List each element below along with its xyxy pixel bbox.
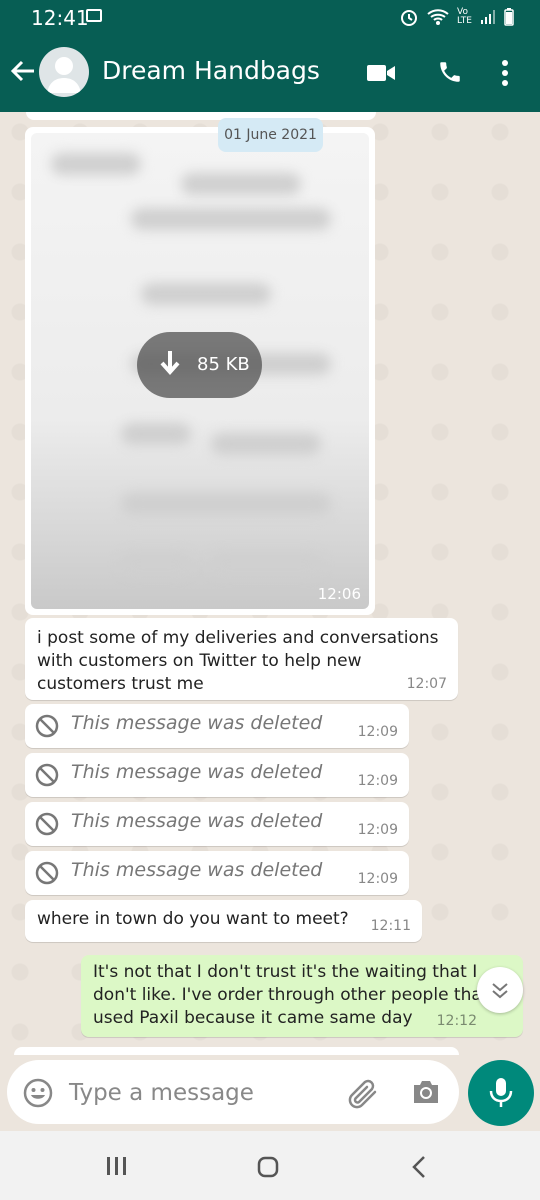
message-time: 12:11	[370, 918, 411, 934]
message-time: 12:09	[357, 871, 398, 887]
recent-apps-icon[interactable]	[106, 1156, 128, 1176]
message-input-container[interactable]: Type a message	[7, 1060, 459, 1124]
message-time: 12:09	[357, 822, 398, 838]
next-message-bubble	[14, 1047, 459, 1055]
message-text: This message was deleted	[71, 712, 323, 734]
image-message[interactable]: 85 KB 12:06	[25, 127, 375, 615]
deleted-message[interactable]: This message was deleted 12:09	[25, 851, 409, 895]
avatar[interactable]	[39, 47, 89, 97]
contact-name[interactable]: Dream Handbags	[102, 56, 320, 85]
outgoing-message[interactable]: It's not that I don't trust it's the wai…	[81, 955, 523, 1037]
mic-icon	[489, 1078, 513, 1107]
deleted-message[interactable]: This message was deleted 12:09	[25, 753, 409, 797]
message-text: This message was deleted	[71, 761, 323, 783]
chat-header: Dream Handbags	[0, 34, 540, 112]
more-options-icon[interactable]	[500, 59, 510, 87]
message-time: 12:07	[406, 676, 447, 692]
message-text: i post some of my deliveries and convers…	[37, 628, 439, 694]
phone-icon[interactable]	[437, 59, 463, 85]
deleted-icon	[35, 812, 59, 836]
image-icon	[86, 9, 102, 22]
scroll-to-bottom-button[interactable]	[477, 967, 523, 1013]
double-chevron-down-icon	[492, 983, 508, 999]
message-text: This message was deleted	[71, 810, 323, 832]
status-bar: 12:41 Vo LTE	[0, 0, 540, 34]
home-icon[interactable]	[257, 1156, 279, 1178]
date-chip: 01 June 2021	[218, 118, 323, 152]
download-button[interactable]: 85 KB	[137, 332, 262, 398]
nav-back-icon[interactable]	[411, 1155, 427, 1179]
incoming-message[interactable]: where in town do you want to meet? 12:11	[25, 900, 422, 942]
wifi-icon	[427, 9, 449, 25]
message-text: This message was deleted	[71, 859, 323, 881]
incoming-message[interactable]: i post some of my deliveries and convers…	[25, 618, 458, 700]
deleted-icon	[35, 861, 59, 885]
deleted-icon	[35, 714, 59, 738]
signal-icon	[481, 10, 495, 24]
deleted-icon	[35, 763, 59, 787]
message-input[interactable]: Type a message	[69, 1080, 254, 1106]
attach-icon[interactable]	[347, 1078, 381, 1110]
download-size: 85 KB	[197, 354, 250, 375]
message-list[interactable]: 85 KB 12:06 01 June 2021 i post some of …	[0, 112, 540, 1055]
emoji-icon[interactable]	[23, 1078, 53, 1108]
deleted-message[interactable]: This message was deleted 12:09	[25, 802, 409, 846]
download-icon	[160, 351, 180, 376]
alarm-icon	[401, 10, 418, 26]
previous-message-bubble	[26, 112, 376, 120]
message-time: 12:09	[357, 773, 398, 789]
message-time: 12:09	[357, 724, 398, 740]
deleted-message[interactable]: This message was deleted 12:09	[25, 704, 409, 748]
message-time: 12:06	[317, 585, 361, 603]
status-icons: Vo LTE	[399, 7, 514, 27]
voice-message-button[interactable]	[468, 1060, 534, 1126]
camera-icon[interactable]	[411, 1078, 441, 1106]
status-time: 12:41	[31, 6, 89, 30]
system-nav-bar	[0, 1131, 540, 1200]
message-time: 12:12	[436, 1013, 477, 1029]
video-call-icon[interactable]	[366, 62, 396, 84]
back-arrow-icon[interactable]	[10, 58, 36, 84]
battery-icon	[504, 8, 514, 26]
message-text: where in town do you want to meet?	[37, 909, 349, 929]
composer-bar: Type a message	[0, 1055, 540, 1131]
volte-icon: Vo LTE	[457, 7, 472, 26]
